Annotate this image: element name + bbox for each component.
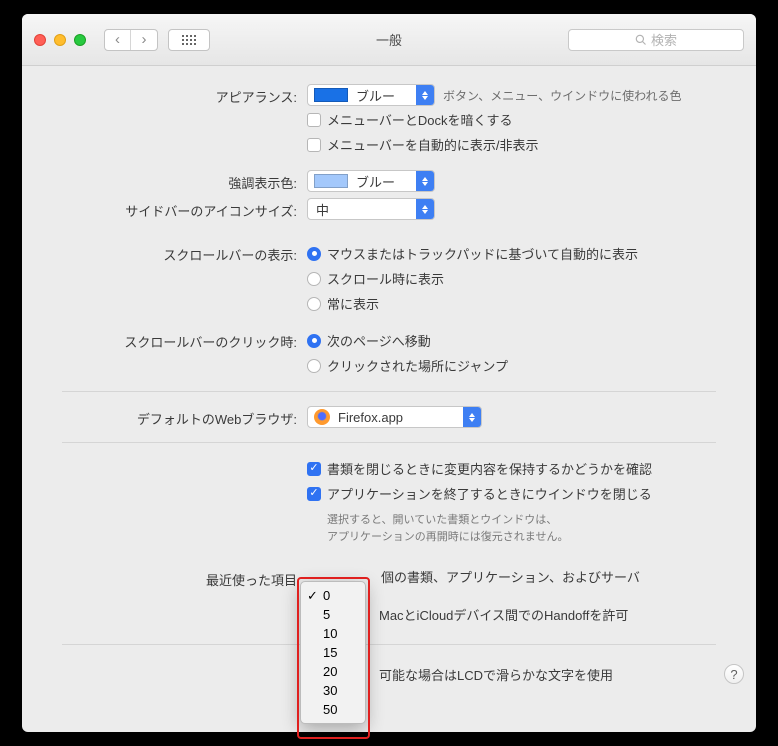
- recent-items-option[interactable]: 30: [301, 681, 365, 700]
- handoff-label: MacとiCloudデバイス間でのHandoffを許可: [379, 605, 628, 624]
- forward-button[interactable]: ›: [131, 30, 157, 50]
- sidebar-size-select[interactable]: 中: [307, 198, 435, 220]
- sidebar-size-label: サイドバーのアイコンサイズ:: [62, 198, 307, 220]
- menubar-dark-label: メニューバーとDockを暗くする: [327, 110, 513, 129]
- grid-icon: [182, 35, 196, 45]
- default-browser-label: デフォルトのWebブラウザ:: [62, 406, 307, 428]
- scrollbar-show-label: スクロールバーの表示:: [62, 242, 307, 264]
- close-windows-checkbox[interactable]: [307, 487, 321, 501]
- recent-items-option[interactable]: 20: [301, 662, 365, 681]
- search-field[interactable]: 検索: [568, 29, 744, 51]
- menubar-dark-checkbox[interactable]: [307, 113, 321, 127]
- highlight-label: 強調表示色:: [62, 170, 307, 192]
- minimize-window-button[interactable]: [54, 34, 66, 46]
- recent-items-option[interactable]: 5: [301, 605, 365, 624]
- nav-segmented-control: ‹ ›: [104, 29, 158, 51]
- recent-items-label: 最近使った項目: [62, 567, 307, 589]
- close-windows-note: 選択すると、開いていた書類とウインドウは、 アプリケーションの再開時には復元され…: [307, 512, 716, 545]
- firefox-icon: [314, 409, 330, 425]
- chevron-updown-icon: [416, 199, 434, 219]
- titlebar: ‹ › 一般 検索: [22, 14, 756, 66]
- font-smoothing-label: 可能な場合はLCDで滑らかな文字を使用: [379, 665, 613, 684]
- default-browser-select[interactable]: Firefox.app: [307, 406, 482, 428]
- scroll-click-jump-radio[interactable]: [307, 359, 321, 373]
- window-controls: [34, 34, 86, 46]
- appearance-desc: ボタン、メニュー、ウインドウに使われる色: [443, 87, 682, 104]
- search-icon: [635, 34, 647, 46]
- highlight-swatch: [314, 174, 348, 188]
- recent-items-option[interactable]: 10: [301, 624, 365, 643]
- scroll-show-always-radio[interactable]: [307, 297, 321, 311]
- search-placeholder: 検索: [651, 30, 677, 49]
- scrollbar-click-label: スクロールバーのクリック時:: [62, 329, 307, 351]
- content-area: アピアランス: ブルー ボタン、メニュー、ウインドウに使われる色 メニューバーと…: [22, 66, 756, 712]
- show-all-button[interactable]: [168, 29, 210, 51]
- highlight-select[interactable]: ブルー: [307, 170, 435, 192]
- help-button[interactable]: ?: [724, 664, 744, 684]
- appearance-select[interactable]: ブルー: [307, 84, 435, 106]
- chevron-updown-icon: [416, 85, 434, 105]
- appearance-swatch: [314, 88, 348, 102]
- window-title: 一般: [376, 30, 402, 49]
- close-window-button[interactable]: [34, 34, 46, 46]
- confirm-changes-checkbox[interactable]: [307, 462, 321, 476]
- recent-items-option[interactable]: 50: [301, 700, 365, 719]
- scroll-show-scrolling-radio[interactable]: [307, 272, 321, 286]
- recent-items-dropdown: 051015203050: [300, 581, 366, 724]
- scroll-click-nextpage-radio[interactable]: [307, 334, 321, 348]
- chevron-updown-icon: [463, 407, 481, 427]
- back-button[interactable]: ‹: [105, 30, 131, 50]
- menubar-auto-label: メニューバーを自動的に表示/非表示: [327, 135, 538, 154]
- recent-items-option[interactable]: 15: [301, 643, 365, 662]
- zoom-window-button[interactable]: [74, 34, 86, 46]
- chevron-updown-icon: [416, 171, 434, 191]
- recent-items-option[interactable]: 0: [301, 586, 365, 605]
- appearance-label: アピアランス:: [62, 84, 307, 106]
- preferences-window: ‹ › 一般 検索 アピアランス: ブルー: [22, 14, 756, 732]
- recent-items-suffix: 個の書類、アプリケーション、およびサーバ: [381, 567, 640, 586]
- scroll-show-auto-radio[interactable]: [307, 247, 321, 261]
- menubar-auto-checkbox[interactable]: [307, 138, 321, 152]
